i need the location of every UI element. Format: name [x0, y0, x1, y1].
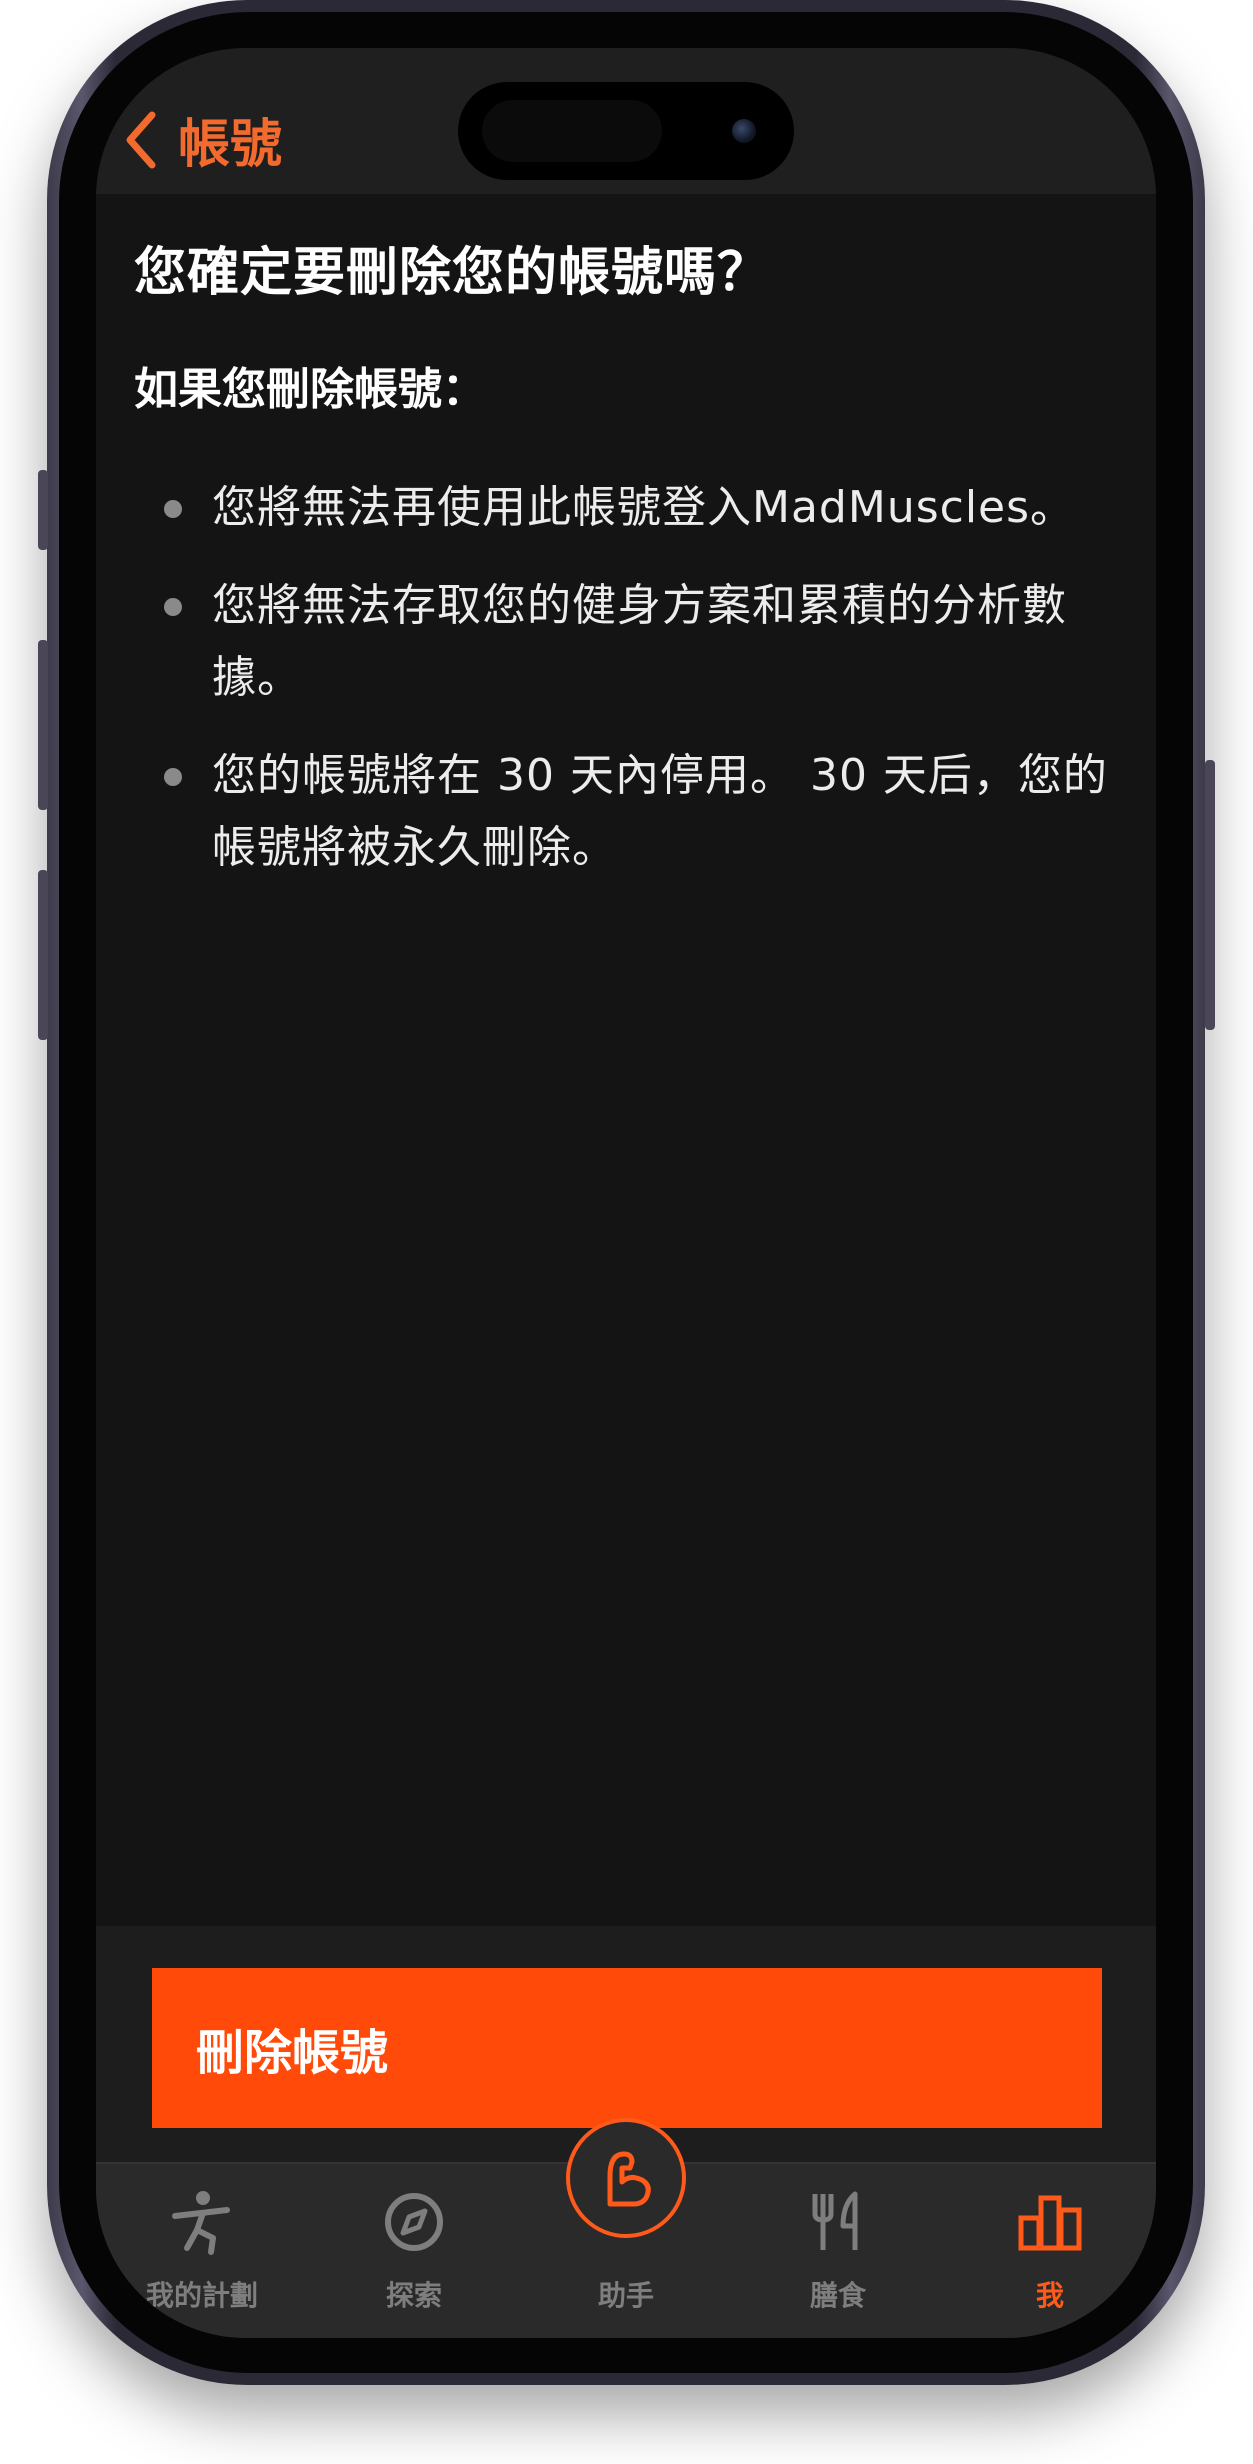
list-item-text: 您將無法存取您的健身方案和累積的分析數據。 — [212, 580, 1067, 703]
consequences-list: 您將無法再使用此帳號登入MadMuscles。 您將無法存取您的健身方案和累積的… — [134, 472, 1118, 884]
tab-label: 膳食 — [809, 2279, 866, 2312]
action-button — [38, 470, 48, 550]
navigation-bar: 帳號 — [96, 48, 1156, 194]
tab-label: 我 — [1035, 2279, 1064, 2312]
list-item: 您將無法再使用此帳號登入MadMuscles。 — [134, 472, 1118, 544]
chevron-left-icon — [126, 111, 156, 168]
sensor-area — [482, 100, 662, 162]
tab-label: 我的計劃 — [145, 2279, 258, 2312]
bar-chart-icon — [1018, 2195, 1082, 2251]
bullet-dot-icon — [164, 598, 182, 616]
list-item: 您將無法存取您的健身方案和累積的分析數據。 — [134, 570, 1118, 714]
list-item-text: 您將無法再使用此帳號登入MadMuscles。 — [212, 482, 1076, 533]
tab-label: 助手 — [597, 2279, 654, 2312]
fork-knife-icon — [812, 2191, 858, 2250]
app-screen: 帳號 您確定要刪除您的帳號嗎？ 如果您刪除帳號： 您將無法再使用此帳號登入Mad… — [96, 48, 1156, 2338]
assistant-fab[interactable] — [566, 2118, 686, 2238]
tab-me[interactable]: 我 — [944, 2164, 1156, 2338]
list-item: 您的帳號將在 30 天內停用。 30 天后，您的帳號將被永久刪除。 — [134, 740, 1118, 884]
compass-icon — [385, 2193, 443, 2251]
person-exercise-icon — [172, 2191, 230, 2255]
tab-my-plan[interactable]: 我的計劃 — [96, 2164, 308, 2338]
tab-label: 探索 — [385, 2279, 442, 2312]
bullet-dot-icon — [164, 768, 182, 786]
delete-account-button[interactable]: 刪除帳號 — [152, 1968, 1102, 2128]
camera-lens-icon — [732, 119, 756, 143]
bullet-dot-icon — [164, 500, 182, 518]
bicep-icon — [607, 2151, 651, 2207]
back-button-label: 帳號 — [178, 115, 283, 175]
delete-account-content: 您確定要刪除您的帳號嗎？ 如果您刪除帳號： 您將無法再使用此帳號登入MadMus… — [134, 238, 1118, 910]
tab-meals[interactable]: 膳食 — [732, 2164, 944, 2338]
consequences-heading: 如果您刪除帳號： — [134, 364, 486, 415]
power-button — [1205, 760, 1215, 1030]
tab-explore[interactable]: 探索 — [308, 2164, 520, 2338]
page-title: 您確定要刪除您的帳號嗎？ — [134, 243, 771, 303]
volume-down-button — [38, 870, 48, 1040]
list-item-text: 您的帳號將在 30 天內停用。 30 天后，您的帳號將被永久刪除。 — [212, 750, 1108, 873]
dynamic-island — [458, 82, 794, 180]
volume-up-button — [38, 640, 48, 810]
back-button[interactable]: 帳號 — [124, 102, 282, 177]
